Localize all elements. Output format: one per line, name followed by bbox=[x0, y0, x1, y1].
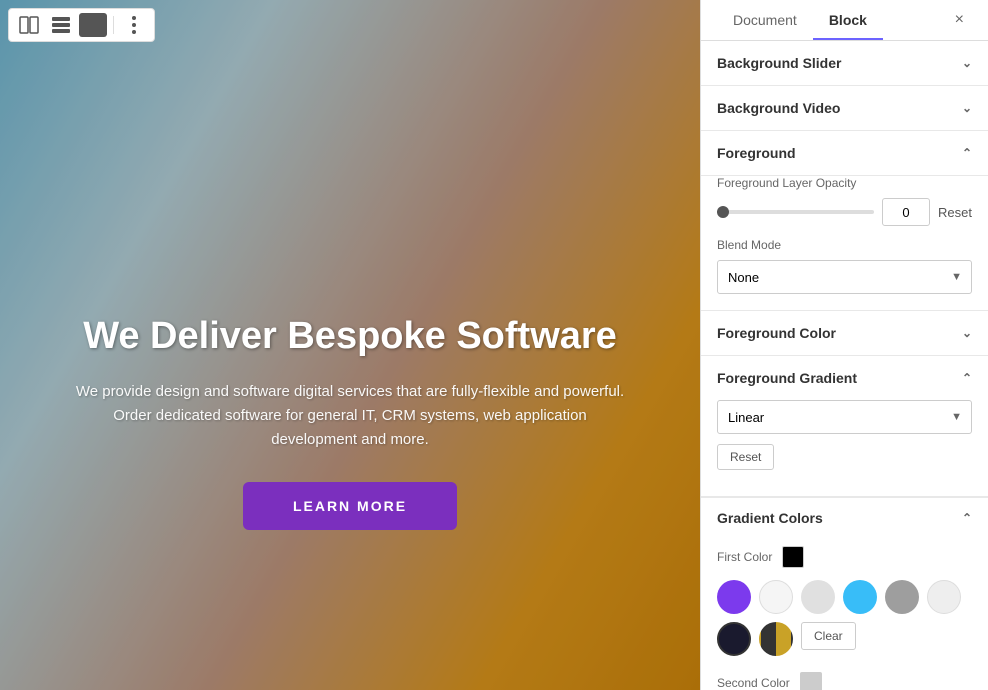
foreground-header[interactable]: Foreground ⌃ bbox=[701, 131, 988, 176]
hero-subtitle: We provide design and software digital s… bbox=[70, 380, 630, 452]
gradient-colors-arrow: ⌃ bbox=[962, 511, 972, 525]
gradient-colors-header: Gradient Colors ⌃ bbox=[701, 497, 988, 538]
more-options-icon[interactable] bbox=[120, 13, 148, 37]
gradient-type-select[interactable]: Linear Radial bbox=[717, 400, 972, 434]
gradient-type-row: Linear Radial ▼ bbox=[717, 400, 972, 434]
second-color-row: Second Color bbox=[701, 668, 988, 690]
foreground-color-arrow: ⌄ bbox=[962, 326, 972, 340]
foreground-gradient-header[interactable]: Foreground Gradient ⌃ bbox=[701, 356, 988, 400]
block-icon[interactable] bbox=[79, 13, 107, 37]
foreground-label: Foreground bbox=[717, 145, 796, 161]
swatch-off-white[interactable] bbox=[927, 580, 961, 614]
swatch-light-gray[interactable] bbox=[801, 580, 835, 614]
opacity-slider-track[interactable] bbox=[717, 210, 874, 214]
background-slider-arrow: ⌄ bbox=[962, 56, 972, 70]
foreground-gradient-section: Foreground Gradient ⌃ Linear Radial ▼ Re… bbox=[701, 356, 988, 497]
foreground-color-header[interactable]: Foreground Color ⌄ bbox=[701, 311, 988, 355]
first-color-label: First Color bbox=[717, 550, 772, 564]
background-slider-label: Background Slider bbox=[717, 55, 841, 71]
opacity-label: Foreground Layer Opacity bbox=[717, 176, 972, 190]
foreground-gradient-content: Linear Radial ▼ Reset bbox=[701, 400, 988, 496]
hero-title: We Deliver Bespoke Software bbox=[40, 314, 660, 360]
foreground-arrow: ⌃ bbox=[962, 146, 972, 160]
background-video-section: Background Video ⌄ bbox=[701, 86, 988, 131]
second-color-label: Second Color bbox=[717, 676, 790, 690]
background-slider-header[interactable]: Background Slider ⌄ bbox=[701, 41, 988, 85]
swatch-dark[interactable] bbox=[717, 622, 751, 656]
background-video-label: Background Video bbox=[717, 100, 840, 116]
gradient-reset-button[interactable]: Reset bbox=[717, 444, 774, 470]
opacity-slider-row: 0 Reset bbox=[717, 198, 972, 226]
swatch-gray[interactable] bbox=[885, 580, 919, 614]
foreground-color-label: Foreground Color bbox=[717, 325, 836, 341]
foreground-content: Foreground Layer Opacity 0 Reset Blend M… bbox=[701, 176, 988, 310]
tab-block[interactable]: Block bbox=[813, 0, 883, 40]
swatch-white[interactable] bbox=[759, 580, 793, 614]
panel-tabs: Document Block × bbox=[701, 0, 988, 41]
settings-panel: Document Block × Background Slider ⌄ Bac… bbox=[700, 0, 988, 690]
swatch-purple[interactable] bbox=[717, 580, 751, 614]
gradient-colors-section: Gradient Colors ⌃ First Color Clear Seco… bbox=[701, 497, 988, 690]
toolbar-separator bbox=[113, 16, 114, 34]
clear-button[interactable]: Clear bbox=[801, 622, 856, 650]
gradient-colors-label: Gradient Colors bbox=[717, 510, 823, 526]
background-video-header[interactable]: Background Video ⌄ bbox=[701, 86, 988, 130]
first-color-swatch[interactable] bbox=[782, 546, 804, 568]
hero-content: We Deliver Bespoke Software We provide d… bbox=[0, 314, 700, 530]
second-color-swatch[interactable] bbox=[800, 672, 822, 690]
foreground-gradient-arrow: ⌃ bbox=[962, 371, 972, 385]
panel-close-button[interactable]: × bbox=[947, 3, 972, 37]
foreground-section: Foreground ⌃ Foreground Layer Opacity 0 … bbox=[701, 131, 988, 311]
gradient-select-wrapper: Linear Radial ▼ bbox=[717, 400, 972, 434]
opacity-input[interactable]: 0 bbox=[882, 198, 930, 226]
foreground-gradient-label: Foreground Gradient bbox=[717, 370, 857, 386]
view-toolbar bbox=[8, 8, 155, 42]
hero-section: We Deliver Bespoke Software We provide d… bbox=[0, 0, 700, 690]
tab-document[interactable]: Document bbox=[717, 0, 813, 40]
list-icon[interactable] bbox=[47, 13, 75, 37]
blend-mode-label: Blend Mode bbox=[717, 238, 972, 252]
opacity-slider-thumb[interactable] bbox=[717, 206, 729, 218]
columns-icon[interactable] bbox=[15, 13, 43, 37]
background-video-arrow: ⌄ bbox=[962, 101, 972, 115]
swatch-mixed[interactable] bbox=[759, 622, 793, 656]
learn-more-button[interactable]: LEARN MORE bbox=[243, 482, 457, 530]
opacity-reset-link[interactable]: Reset bbox=[938, 205, 972, 220]
color-swatches-grid: Clear bbox=[701, 576, 988, 668]
first-color-row: First Color bbox=[701, 538, 988, 576]
background-slider-section: Background Slider ⌄ bbox=[701, 41, 988, 86]
blend-mode-select[interactable]: None Multiply Screen Overlay Darken Ligh… bbox=[717, 260, 972, 294]
blend-mode-wrapper: None Multiply Screen Overlay Darken Ligh… bbox=[717, 260, 972, 294]
foreground-color-section: Foreground Color ⌄ bbox=[701, 311, 988, 356]
swatch-blue[interactable] bbox=[843, 580, 877, 614]
